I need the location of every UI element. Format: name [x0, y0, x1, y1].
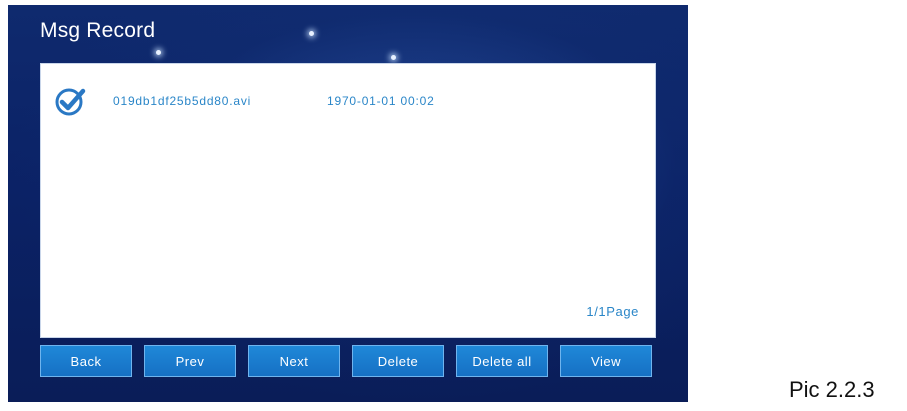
list-item[interactable]: 019db1df25b5dd80.avi 1970-01-01 00:02: [53, 84, 435, 118]
sparkle-decoration: [156, 50, 161, 55]
next-button[interactable]: Next: [248, 345, 340, 377]
record-date: 1970-01-01 00:02: [327, 94, 435, 108]
device-screen: Msg Record 019db1df25b5dd80.avi 1970-01-…: [8, 5, 688, 402]
toolbar: Back Prev Next Delete Delete all View: [40, 345, 656, 379]
checkmark-circle-icon[interactable]: [53, 84, 87, 118]
view-button[interactable]: View: [560, 345, 652, 377]
sparkle-decoration: [309, 31, 314, 36]
figure-caption: Pic 2.2.3: [789, 377, 875, 402]
record-list-panel: 019db1df25b5dd80.avi 1970-01-01 00:02 1/…: [40, 63, 656, 338]
page-title: Msg Record: [40, 19, 156, 42]
page-indicator: 1/1Page: [586, 304, 639, 319]
record-file-name: 019db1df25b5dd80.avi: [113, 94, 252, 108]
back-button[interactable]: Back: [40, 345, 132, 377]
delete-button[interactable]: Delete: [352, 345, 444, 377]
prev-button[interactable]: Prev: [144, 345, 236, 377]
delete-all-button[interactable]: Delete all: [456, 345, 548, 377]
sparkle-decoration: [391, 55, 396, 60]
